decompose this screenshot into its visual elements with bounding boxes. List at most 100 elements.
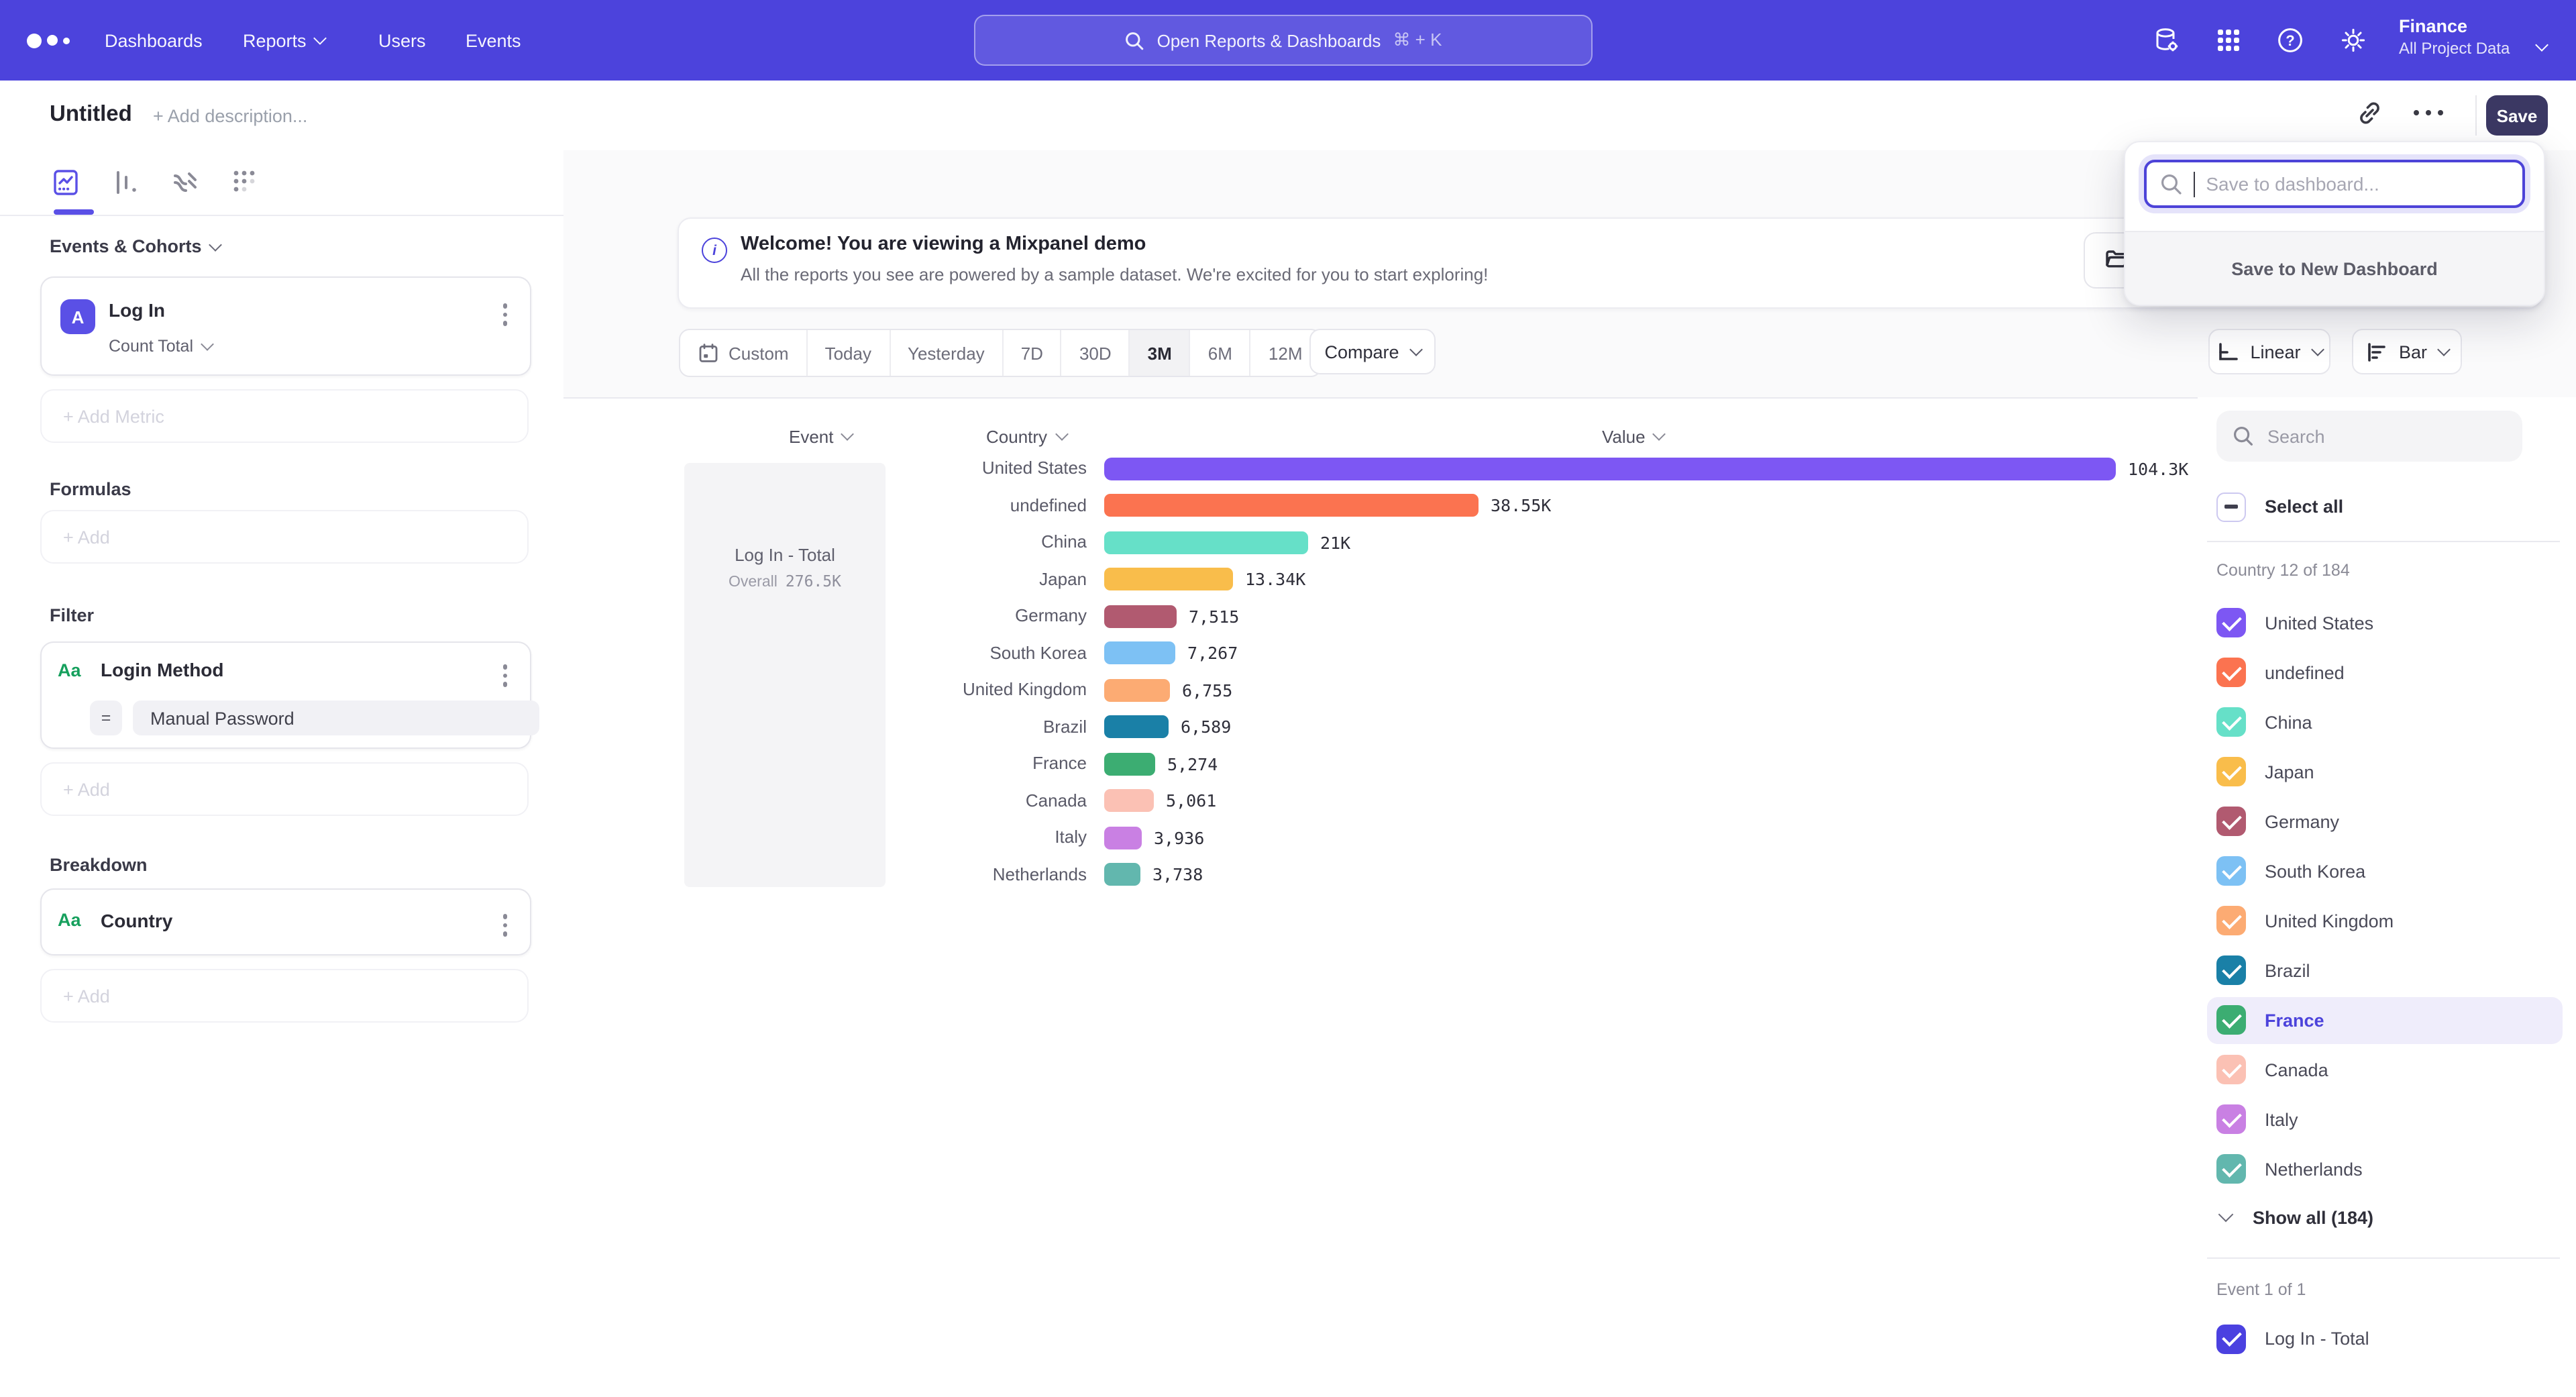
tab-funnels-icon[interactable]	[110, 166, 142, 199]
legend-search-input[interactable]: Search	[2216, 411, 2522, 462]
nav-events[interactable]: Events	[466, 0, 521, 81]
bar-canada[interactable]	[1104, 789, 1154, 812]
bar-italy[interactable]	[1104, 826, 1142, 849]
add-description-field[interactable]: + Add description...	[153, 106, 307, 126]
bar-value-label: 3,738	[1152, 863, 1203, 886]
bar-south-korea[interactable]	[1104, 641, 1175, 664]
bar-germany[interactable]	[1104, 605, 1177, 627]
country-row-canada[interactable]: Canada	[2207, 1046, 2563, 1093]
more-options-icon[interactable]	[2411, 107, 2443, 140]
project-chevron-down-icon[interactable]	[2528, 35, 2557, 64]
bar-france[interactable]	[1104, 752, 1155, 775]
nav-reports[interactable]: Reports	[243, 0, 325, 81]
country-row-united-states[interactable]: United States	[2207, 599, 2563, 646]
select-all-row[interactable]: Select all	[2207, 483, 2563, 530]
compare-button[interactable]: Compare	[1309, 329, 1436, 374]
project-switcher[interactable]: Finance All Project Data	[2399, 16, 2510, 59]
select-all-checkbox[interactable]	[2216, 492, 2246, 521]
breakdown-kebab-icon[interactable]	[498, 910, 511, 940]
tab-insights-icon[interactable]	[50, 166, 82, 199]
date-range-today[interactable]: Today	[808, 330, 890, 376]
country-checkbox[interactable]	[2216, 955, 2246, 985]
data-management-icon[interactable]	[2152, 25, 2182, 55]
event-series-cell[interactable]: Log In - Total Overall276.5K	[684, 463, 885, 887]
date-range-7d[interactable]: 7D	[1004, 330, 1062, 376]
banner-subtitle: All the reports you see are powered by a…	[741, 264, 1488, 284]
date-range-6m[interactable]: 6M	[1191, 330, 1251, 376]
mixpanel-logo-icon[interactable]	[27, 0, 70, 81]
country-row-japan[interactable]: Japan	[2207, 748, 2563, 795]
add-filter-button[interactable]: + Add	[40, 762, 529, 816]
country-checkbox[interactable]	[2216, 757, 2246, 786]
bar-brazil[interactable]	[1104, 715, 1169, 738]
linear-axis-icon	[2216, 340, 2239, 363]
date-range-yesterday[interactable]: Yesterday	[890, 330, 1004, 376]
bar-united-states[interactable]	[1104, 457, 2116, 480]
linear-scale-button[interactable]: Linear	[2208, 329, 2330, 374]
metric-card-log-in[interactable]: A Log In Count Total	[40, 276, 531, 376]
filter-operator[interactable]: =	[90, 701, 122, 735]
add-metric-button[interactable]: + Add Metric	[40, 389, 529, 443]
tab-flows-icon[interactable]	[169, 166, 201, 199]
filter-value[interactable]: Manual Password	[133, 701, 539, 735]
column-header-country[interactable]: Country	[986, 427, 1066, 447]
apps-grid-icon[interactable]	[2214, 25, 2243, 55]
save-to-dashboard-input[interactable]: Save to dashboard...	[2144, 160, 2525, 208]
settings-gear-icon[interactable]	[2339, 25, 2368, 55]
date-range-3m[interactable]: 3M	[1130, 330, 1191, 376]
bar-value-label: 3,936	[1154, 826, 1204, 849]
breakdown-card-country[interactable]: Aa Country	[40, 888, 531, 955]
country-checkbox[interactable]	[2216, 608, 2246, 637]
save-button[interactable]: Save	[2486, 95, 2548, 136]
report-title[interactable]: Untitled	[50, 102, 132, 127]
country-checkbox[interactable]	[2216, 1104, 2246, 1134]
country-checkbox[interactable]	[2216, 807, 2246, 836]
filter-card-login-method[interactable]: Aa Login Method = Manual Password	[40, 641, 531, 749]
metric-aggregation[interactable]: Count Total	[109, 337, 212, 356]
country-row-germany[interactable]: Germany	[2207, 798, 2563, 845]
bar-united-kingdom[interactable]	[1104, 678, 1170, 701]
show-all-button[interactable]: Show all (184)	[2207, 1194, 2563, 1240]
country-row-netherlands[interactable]: Netherlands	[2207, 1145, 2563, 1192]
event-checkbox-row[interactable]: Log In - Total	[2207, 1315, 2563, 1362]
copy-link-icon[interactable]	[2353, 97, 2385, 129]
country-row-italy[interactable]: Italy	[2207, 1096, 2563, 1143]
nav-dashboards[interactable]: Dashboards	[105, 0, 203, 81]
date-range-30d[interactable]: 30D	[1062, 330, 1130, 376]
nav-users[interactable]: Users	[378, 0, 426, 81]
bar-japan[interactable]	[1104, 568, 1233, 590]
global-search-input[interactable]: Open Reports & Dashboards ⌘ + K	[974, 15, 1593, 66]
save-to-new-dashboard-button[interactable]: Save to New Dashboard	[2125, 231, 2544, 305]
country-checkbox[interactable]	[2216, 1055, 2246, 1084]
metric-kebab-icon[interactable]	[498, 299, 511, 329]
country-checkbox[interactable]	[2216, 856, 2246, 886]
tab-retention-icon[interactable]	[228, 166, 260, 199]
country-row-united-kingdom[interactable]: United Kingdom	[2207, 897, 2563, 944]
date-range-custom[interactable]: Custom	[680, 330, 808, 376]
country-row-undefined[interactable]: undefined	[2207, 649, 2563, 696]
country-checkbox[interactable]	[2216, 707, 2246, 737]
country-checkbox[interactable]	[2216, 906, 2246, 935]
country-row-brazil[interactable]: Brazil	[2207, 947, 2563, 994]
help-icon[interactable]: ?	[2275, 25, 2305, 55]
filter-kebab-icon[interactable]	[498, 660, 511, 690]
events-cohorts-label[interactable]: Events & Cohorts	[50, 236, 221, 256]
country-row-china[interactable]: China	[2207, 698, 2563, 745]
bar-undefined[interactable]	[1104, 494, 1479, 517]
country-checkbox[interactable]	[2216, 1005, 2246, 1035]
column-header-event[interactable]: Event	[789, 427, 853, 447]
country-row-south-korea[interactable]: South Korea	[2207, 847, 2563, 894]
country-row-france[interactable]: France	[2207, 996, 2563, 1043]
country-checkbox[interactable]	[2216, 658, 2246, 687]
chart-type-bar-button[interactable]: Bar	[2352, 329, 2462, 374]
bar-netherlands[interactable]	[1104, 863, 1140, 886]
country-checkbox[interactable]	[2216, 1154, 2246, 1184]
filter-name: Login Method	[101, 659, 224, 680]
project-scope: All Project Data	[2399, 39, 2510, 59]
add-breakdown-button[interactable]: + Add	[40, 969, 529, 1023]
add-formula-button[interactable]: + Add	[40, 510, 529, 564]
bar-china[interactable]	[1104, 531, 1308, 554]
event-checkbox[interactable]	[2216, 1324, 2246, 1353]
column-header-value[interactable]: Value	[1602, 427, 1664, 447]
bar-category-label: Netherlands	[859, 862, 1087, 886]
